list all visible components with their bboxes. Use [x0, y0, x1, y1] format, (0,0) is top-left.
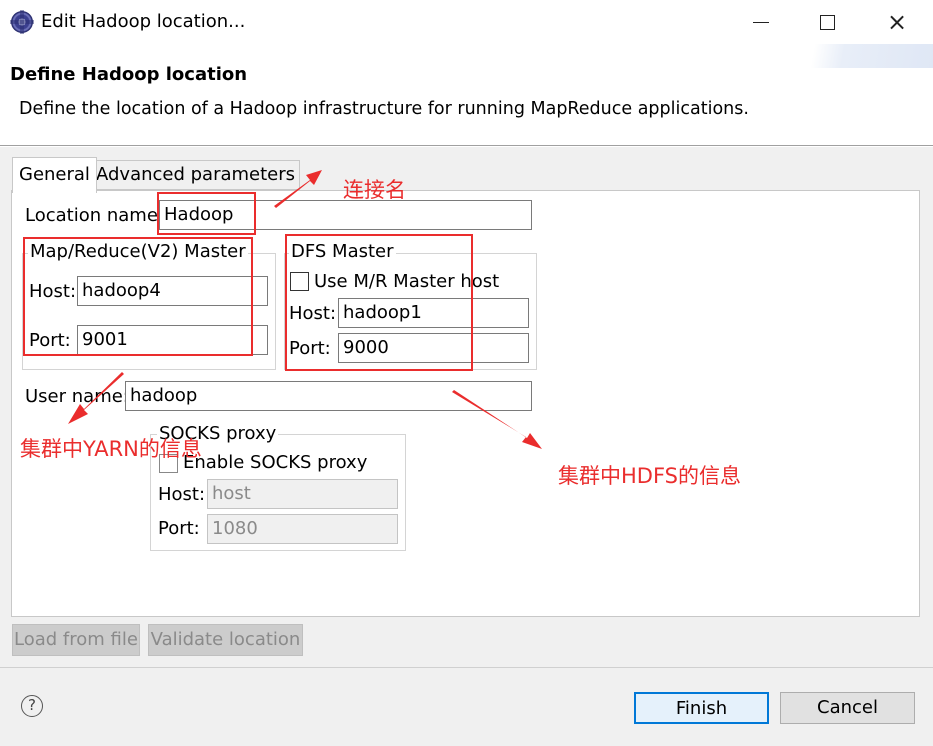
dialog-header: Define Hadoop location Define the locati… — [0, 44, 933, 146]
help-icon[interactable]: ? — [21, 695, 43, 717]
mapreduce-highlight — [23, 237, 253, 356]
maximize-button[interactable] — [804, 0, 850, 44]
window-title: Edit Hadoop location... — [41, 11, 246, 32]
location-name-label: Location name: — [25, 205, 164, 226]
dfs-highlight — [285, 234, 473, 371]
finish-button[interactable]: Finish — [634, 692, 769, 724]
location-name-highlight — [157, 192, 256, 235]
socks-host-label: Host: — [158, 484, 206, 505]
title-bar: Edit Hadoop location... × — [0, 0, 933, 44]
enable-socks-proxy-label: Enable SOCKS proxy — [183, 452, 368, 473]
load-from-file-button[interactable]: Load from file — [12, 624, 140, 656]
user-name-label: User name: — [25, 386, 129, 407]
close-icon: × — [886, 8, 908, 36]
minimize-button[interactable] — [738, 0, 784, 44]
header-decoration — [733, 44, 933, 68]
tab-advanced-parameters[interactable]: Advanced parameters — [91, 160, 301, 190]
annotation-yarn-info: 集群中YARN的信息 — [20, 437, 202, 461]
page-title: Define Hadoop location — [10, 64, 248, 85]
dialog-footer: ? Finish Cancel — [0, 667, 933, 746]
page-description: Define the location of a Hadoop infrastr… — [19, 99, 749, 119]
close-button[interactable]: × — [874, 0, 920, 44]
socks-port-label: Port: — [158, 518, 200, 539]
minimize-icon — [753, 21, 769, 23]
tab-general[interactable]: General — [12, 157, 97, 193]
eclipse-app-icon — [10, 10, 34, 34]
socks-host-input[interactable]: host — [207, 479, 398, 509]
validate-location-button[interactable]: Validate location — [148, 624, 303, 656]
maximize-icon — [819, 14, 835, 30]
socks-port-input[interactable]: 1080 — [207, 514, 398, 544]
cancel-button[interactable]: Cancel — [780, 692, 915, 724]
annotation-connection-name: 连接名 — [343, 178, 406, 202]
user-name-input[interactable]: hadoop — [125, 381, 532, 411]
annotation-hdfs-info: 集群中HDFS的信息 — [558, 464, 742, 488]
